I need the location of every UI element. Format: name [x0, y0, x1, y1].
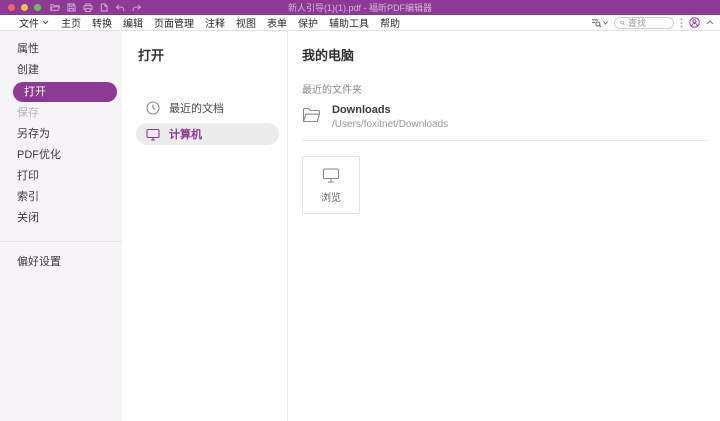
- tab-organize-pages[interactable]: 页面管理: [154, 15, 194, 30]
- close-window-button[interactable]: [8, 4, 15, 11]
- open-panel-title: 打开: [122, 45, 287, 64]
- page-title-my-computer: 我的电脑: [302, 45, 708, 64]
- redo-icon[interactable]: [132, 4, 142, 12]
- open-item-label: 计算机: [169, 126, 202, 142]
- monitor-icon: [322, 167, 340, 183]
- account-avatar-icon[interactable]: [689, 17, 700, 28]
- print-icon[interactable]: [83, 3, 93, 12]
- sidebar-item-save[interactable]: 保存: [0, 103, 122, 124]
- sidebar-item-print[interactable]: 打印: [0, 166, 122, 187]
- menu-tabs: 主页 转换 编辑 页面管理 注释 视图 表单 保护 辅助工具 帮助: [61, 15, 400, 30]
- new-document-icon[interactable]: [100, 3, 108, 12]
- tab-file[interactable]: 文件: [19, 15, 49, 30]
- backstage-view: 属性 创建 打开 保存 另存为 PDF优化 打印 索引 关闭 偏好设置 打开 最…: [0, 31, 720, 421]
- tab-protect[interactable]: 保护: [298, 15, 318, 30]
- folder-name: Downloads: [332, 104, 448, 116]
- sidebar-item-close[interactable]: 关闭: [0, 208, 122, 229]
- traffic-lights: [8, 4, 41, 11]
- collapse-toolbar-icon[interactable]: [706, 20, 714, 25]
- tab-help[interactable]: 帮助: [380, 15, 400, 30]
- undo-icon[interactable]: [115, 4, 125, 12]
- folder-icon: [302, 106, 321, 123]
- open-panel: 打开 最近的文档 计算机: [122, 31, 288, 421]
- chevron-down-icon: [603, 21, 608, 25]
- tab-assist-tools[interactable]: 辅助工具: [329, 15, 369, 30]
- minimize-window-button[interactable]: [21, 4, 28, 11]
- search-icon: [620, 19, 625, 27]
- sidebar-item-preferences[interactable]: 偏好设置: [0, 252, 122, 273]
- more-options-icon[interactable]: [680, 18, 683, 28]
- recent-folders-label: 最近的文件夹: [302, 81, 708, 96]
- app-window: 新人引导(1)(1).pdf - 福昕PDF编辑器 文件 主页 转换 编辑 页面…: [0, 0, 720, 421]
- tab-form[interactable]: 表单: [267, 15, 287, 30]
- save-icon[interactable]: [67, 3, 76, 12]
- folder-path: /Users/foxitnet/Downloads: [332, 119, 448, 130]
- tab-edit[interactable]: 编辑: [123, 15, 143, 30]
- browse-card[interactable]: 浏览: [302, 156, 360, 214]
- titlebar: 新人引导(1)(1).pdf - 福昕PDF编辑器: [0, 0, 720, 15]
- open-file-icon[interactable]: [50, 3, 60, 12]
- open-item-computer[interactable]: 计算机: [136, 123, 279, 145]
- search-input[interactable]: [628, 18, 668, 28]
- menubar-right-cluster: [591, 17, 714, 29]
- fullscreen-window-button[interactable]: [34, 4, 41, 11]
- content-divider: [302, 140, 708, 141]
- computer-panel: 我的电脑 最近的文件夹 Downloads /Users/foxitnet/Do…: [288, 31, 720, 421]
- tab-view[interactable]: 视图: [236, 15, 256, 30]
- find-and-replace-button[interactable]: [591, 18, 608, 28]
- open-item-label: 最近的文档: [169, 100, 224, 116]
- quick-access-toolbar: [50, 3, 142, 12]
- browse-label: 浏览: [321, 189, 341, 204]
- tab-convert[interactable]: 转换: [92, 15, 112, 30]
- find-and-replace-icon: [591, 18, 602, 28]
- sidebar-item-save-as[interactable]: 另存为: [0, 124, 122, 145]
- clock-icon: [146, 101, 160, 115]
- chevron-down-icon: [42, 20, 49, 25]
- sidebar-item-pdf-optimize[interactable]: PDF优化: [0, 145, 122, 166]
- computer-icon: [146, 128, 160, 141]
- sidebar-item-index[interactable]: 索引: [0, 187, 122, 208]
- file-sidebar: 属性 创建 打开 保存 另存为 PDF优化 打印 索引 关闭 偏好设置: [0, 31, 122, 421]
- sidebar-item-properties[interactable]: 属性: [0, 39, 122, 60]
- tab-file-label: 文件: [19, 15, 39, 30]
- sidebar-item-create[interactable]: 创建: [0, 60, 122, 81]
- tab-comment[interactable]: 注释: [205, 15, 225, 30]
- search-box[interactable]: [614, 17, 674, 29]
- tab-home[interactable]: 主页: [61, 15, 81, 30]
- recent-folder-row[interactable]: Downloads /Users/foxitnet/Downloads: [302, 104, 708, 130]
- folder-info: Downloads /Users/foxitnet/Downloads: [332, 104, 448, 130]
- sidebar-item-open[interactable]: 打开: [13, 82, 117, 102]
- menubar: 文件 主页 转换 编辑 页面管理 注释 视图 表单 保护 辅助工具 帮助: [0, 15, 720, 31]
- open-item-recent-documents[interactable]: 最近的文档: [122, 96, 287, 120]
- sidebar-divider: [0, 241, 122, 242]
